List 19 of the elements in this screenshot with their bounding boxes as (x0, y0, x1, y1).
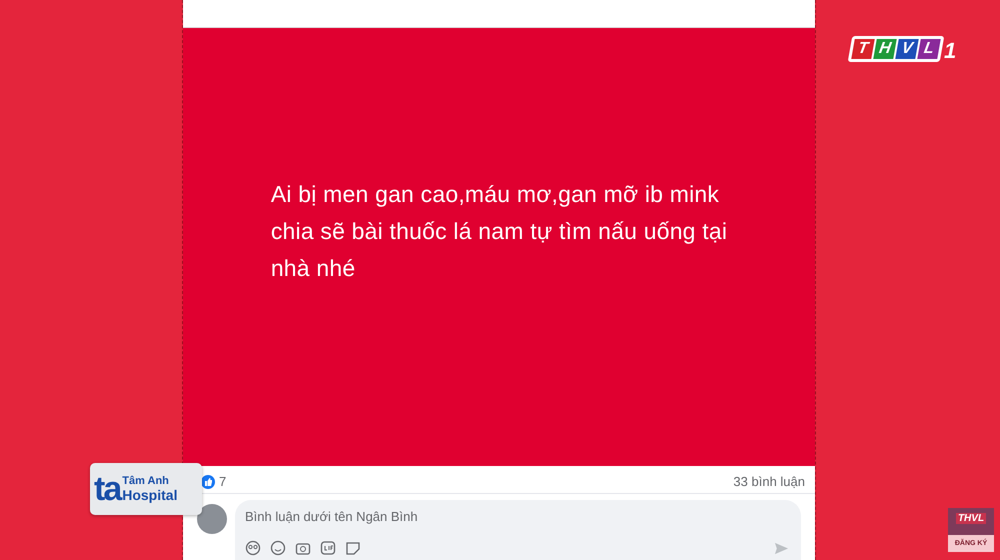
avatar (197, 504, 227, 534)
logo-letter: T (851, 39, 875, 59)
reaction-count: 7 (219, 474, 226, 489)
logo-letter: V (895, 39, 919, 59)
comment-field[interactable]: Bình luận dưới tên Ngân Bình (245, 509, 789, 524)
logo-name: Tâm Anh (122, 475, 170, 487)
logo-mark: ta (94, 472, 120, 506)
logo-number: 1 (944, 40, 956, 62)
emoji-icon[interactable] (270, 540, 286, 556)
like-icon (201, 474, 215, 488)
post-text: Ai bị men gan cao,máu mơ,gan mỡ ib mink chia sẽ bài thuốc lá nam tự tìm nấu uống tại nhà nhé (270, 180, 728, 284)
badge-logo: THVL (956, 513, 986, 524)
logo-letter: L (917, 39, 941, 59)
gif-icon[interactable] (320, 540, 336, 556)
logo-subtitle: Hospital (122, 487, 178, 503)
sticker-icon[interactable] (345, 540, 361, 556)
logo-letter: H (873, 39, 897, 59)
avatar-sticker-icon[interactable] (245, 540, 261, 556)
comment-count[interactable]: 33 bình luận (733, 474, 805, 489)
